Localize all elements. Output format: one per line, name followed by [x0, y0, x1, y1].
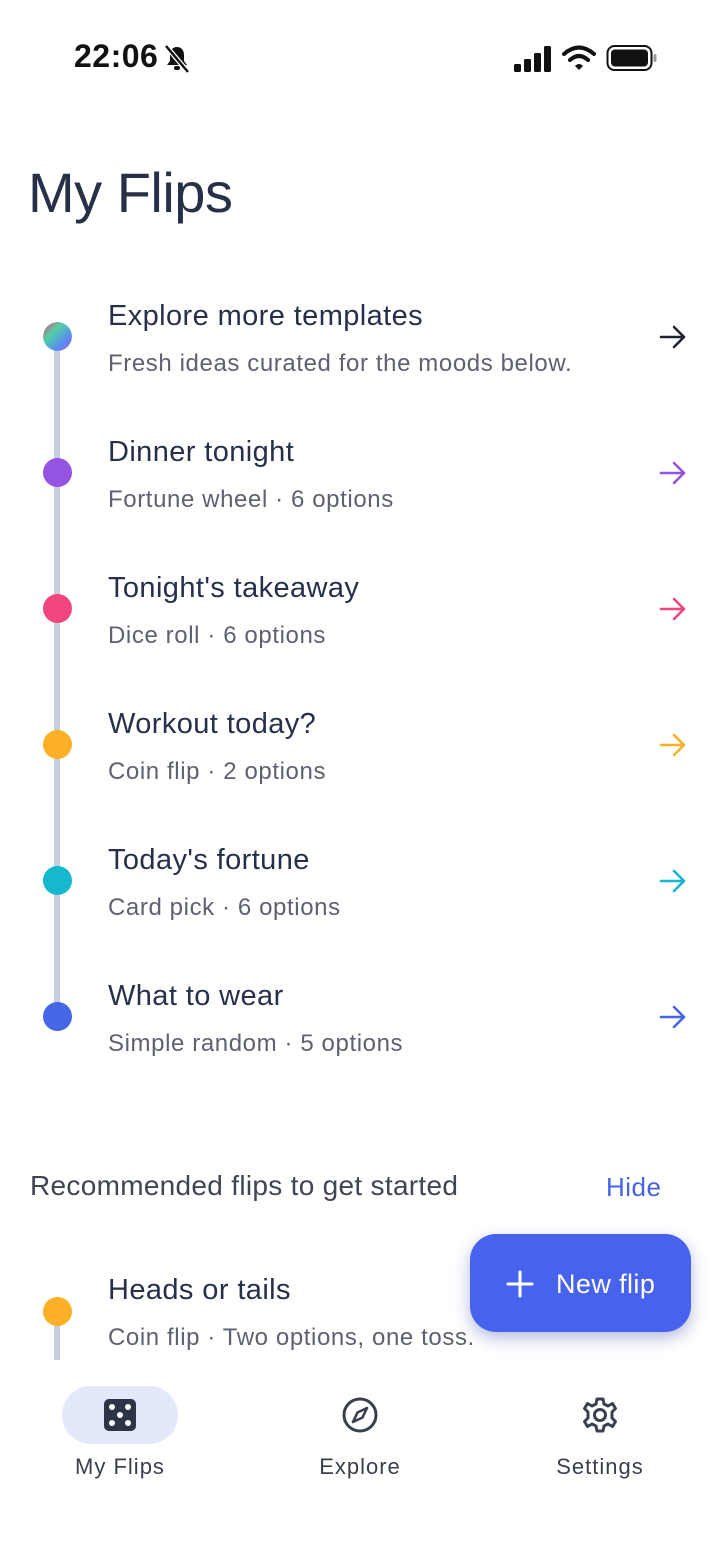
flip-title: What to wear — [108, 980, 284, 1012]
flip-subtitle: Card pick · 6 options — [108, 894, 341, 921]
flip-item-what-to-wear[interactable]: What to wear Simple random · 5 options — [0, 970, 720, 1106]
flip-title: Tonight's takeaway — [108, 572, 360, 604]
purple-dot-icon — [43, 458, 72, 487]
gear-icon — [583, 1397, 617, 1433]
compass-icon — [342, 1397, 378, 1433]
flip-item-explore-templates[interactable]: Explore more templates Fresh ideas curat… — [0, 290, 720, 426]
hide-recommended-button[interactable]: Hide — [606, 1172, 661, 1203]
flip-subtitle: Coin flip · 2 options — [108, 758, 327, 785]
arrow-right-icon[interactable] — [658, 322, 688, 352]
cellular-signal-icon — [514, 46, 551, 72]
flip-item-tonights-takeaway[interactable]: Tonight's takeaway Dice roll · 6 options — [0, 562, 720, 698]
page-title: My Flips — [28, 161, 233, 224]
new-flip-label: New flip — [556, 1269, 656, 1299]
flip-title: Heads or tails — [108, 1274, 291, 1306]
bell-muted-icon — [164, 44, 190, 74]
flip-subtitle: Fresh ideas curated for the moods below. — [108, 350, 573, 377]
nav-label: Settings — [556, 1454, 644, 1479]
flip-subtitle: Coin flip · Two options, one toss. — [108, 1324, 475, 1351]
new-flip-button[interactable]: New flip — [470, 1234, 691, 1332]
battery-icon — [606, 45, 657, 71]
recommended-heading: Recommended flips to get started — [30, 1170, 459, 1201]
status-time: 22:06 — [74, 38, 159, 74]
yellow-dot-icon — [43, 1297, 72, 1326]
flip-item-workout-today[interactable]: Workout today? Coin flip · 2 options — [0, 698, 720, 834]
flip-title: Explore more templates — [108, 300, 424, 332]
flip-subtitle: Dice roll · 6 options — [108, 622, 327, 649]
flip-subtitle: Fortune wheel · 6 options — [108, 486, 394, 513]
flip-title: Workout today? — [108, 708, 317, 740]
flip-subtitle: Simple random · 5 options — [108, 1030, 404, 1057]
wifi-icon — [562, 45, 596, 70]
flip-title: Today's fortune — [108, 844, 310, 876]
arrow-right-icon[interactable] — [658, 730, 688, 760]
status-bar: 22:06 — [0, 0, 720, 116]
arrow-right-icon[interactable] — [658, 594, 688, 624]
pink-dot-icon — [43, 594, 72, 623]
dice-icon — [104, 1399, 136, 1431]
nav-item-settings[interactable]: Settings — [480, 1362, 720, 1492]
plus-icon — [506, 1270, 534, 1298]
flip-title: Dinner tonight — [108, 436, 295, 468]
nav-item-explore[interactable]: Explore — [240, 1362, 480, 1492]
blue-dot-icon — [43, 1002, 72, 1031]
bottom-nav: My Flips Explore Settings — [0, 1362, 720, 1566]
arrow-right-icon[interactable] — [658, 458, 688, 488]
nav-label: My Flips — [75, 1454, 165, 1479]
arrow-right-icon[interactable] — [658, 866, 688, 896]
cyan-dot-icon — [43, 866, 72, 895]
nav-label: Explore — [319, 1454, 401, 1479]
flip-item-dinner-tonight[interactable]: Dinner tonight Fortune wheel · 6 options — [0, 426, 720, 562]
flip-item-todays-fortune[interactable]: Today's fortune Card pick · 6 options — [0, 834, 720, 970]
yellow-dot-icon — [43, 730, 72, 759]
nav-item-my-flips[interactable]: My Flips — [0, 1362, 240, 1492]
arrow-right-icon[interactable] — [658, 1002, 688, 1032]
gradient-dot-icon — [43, 322, 72, 351]
